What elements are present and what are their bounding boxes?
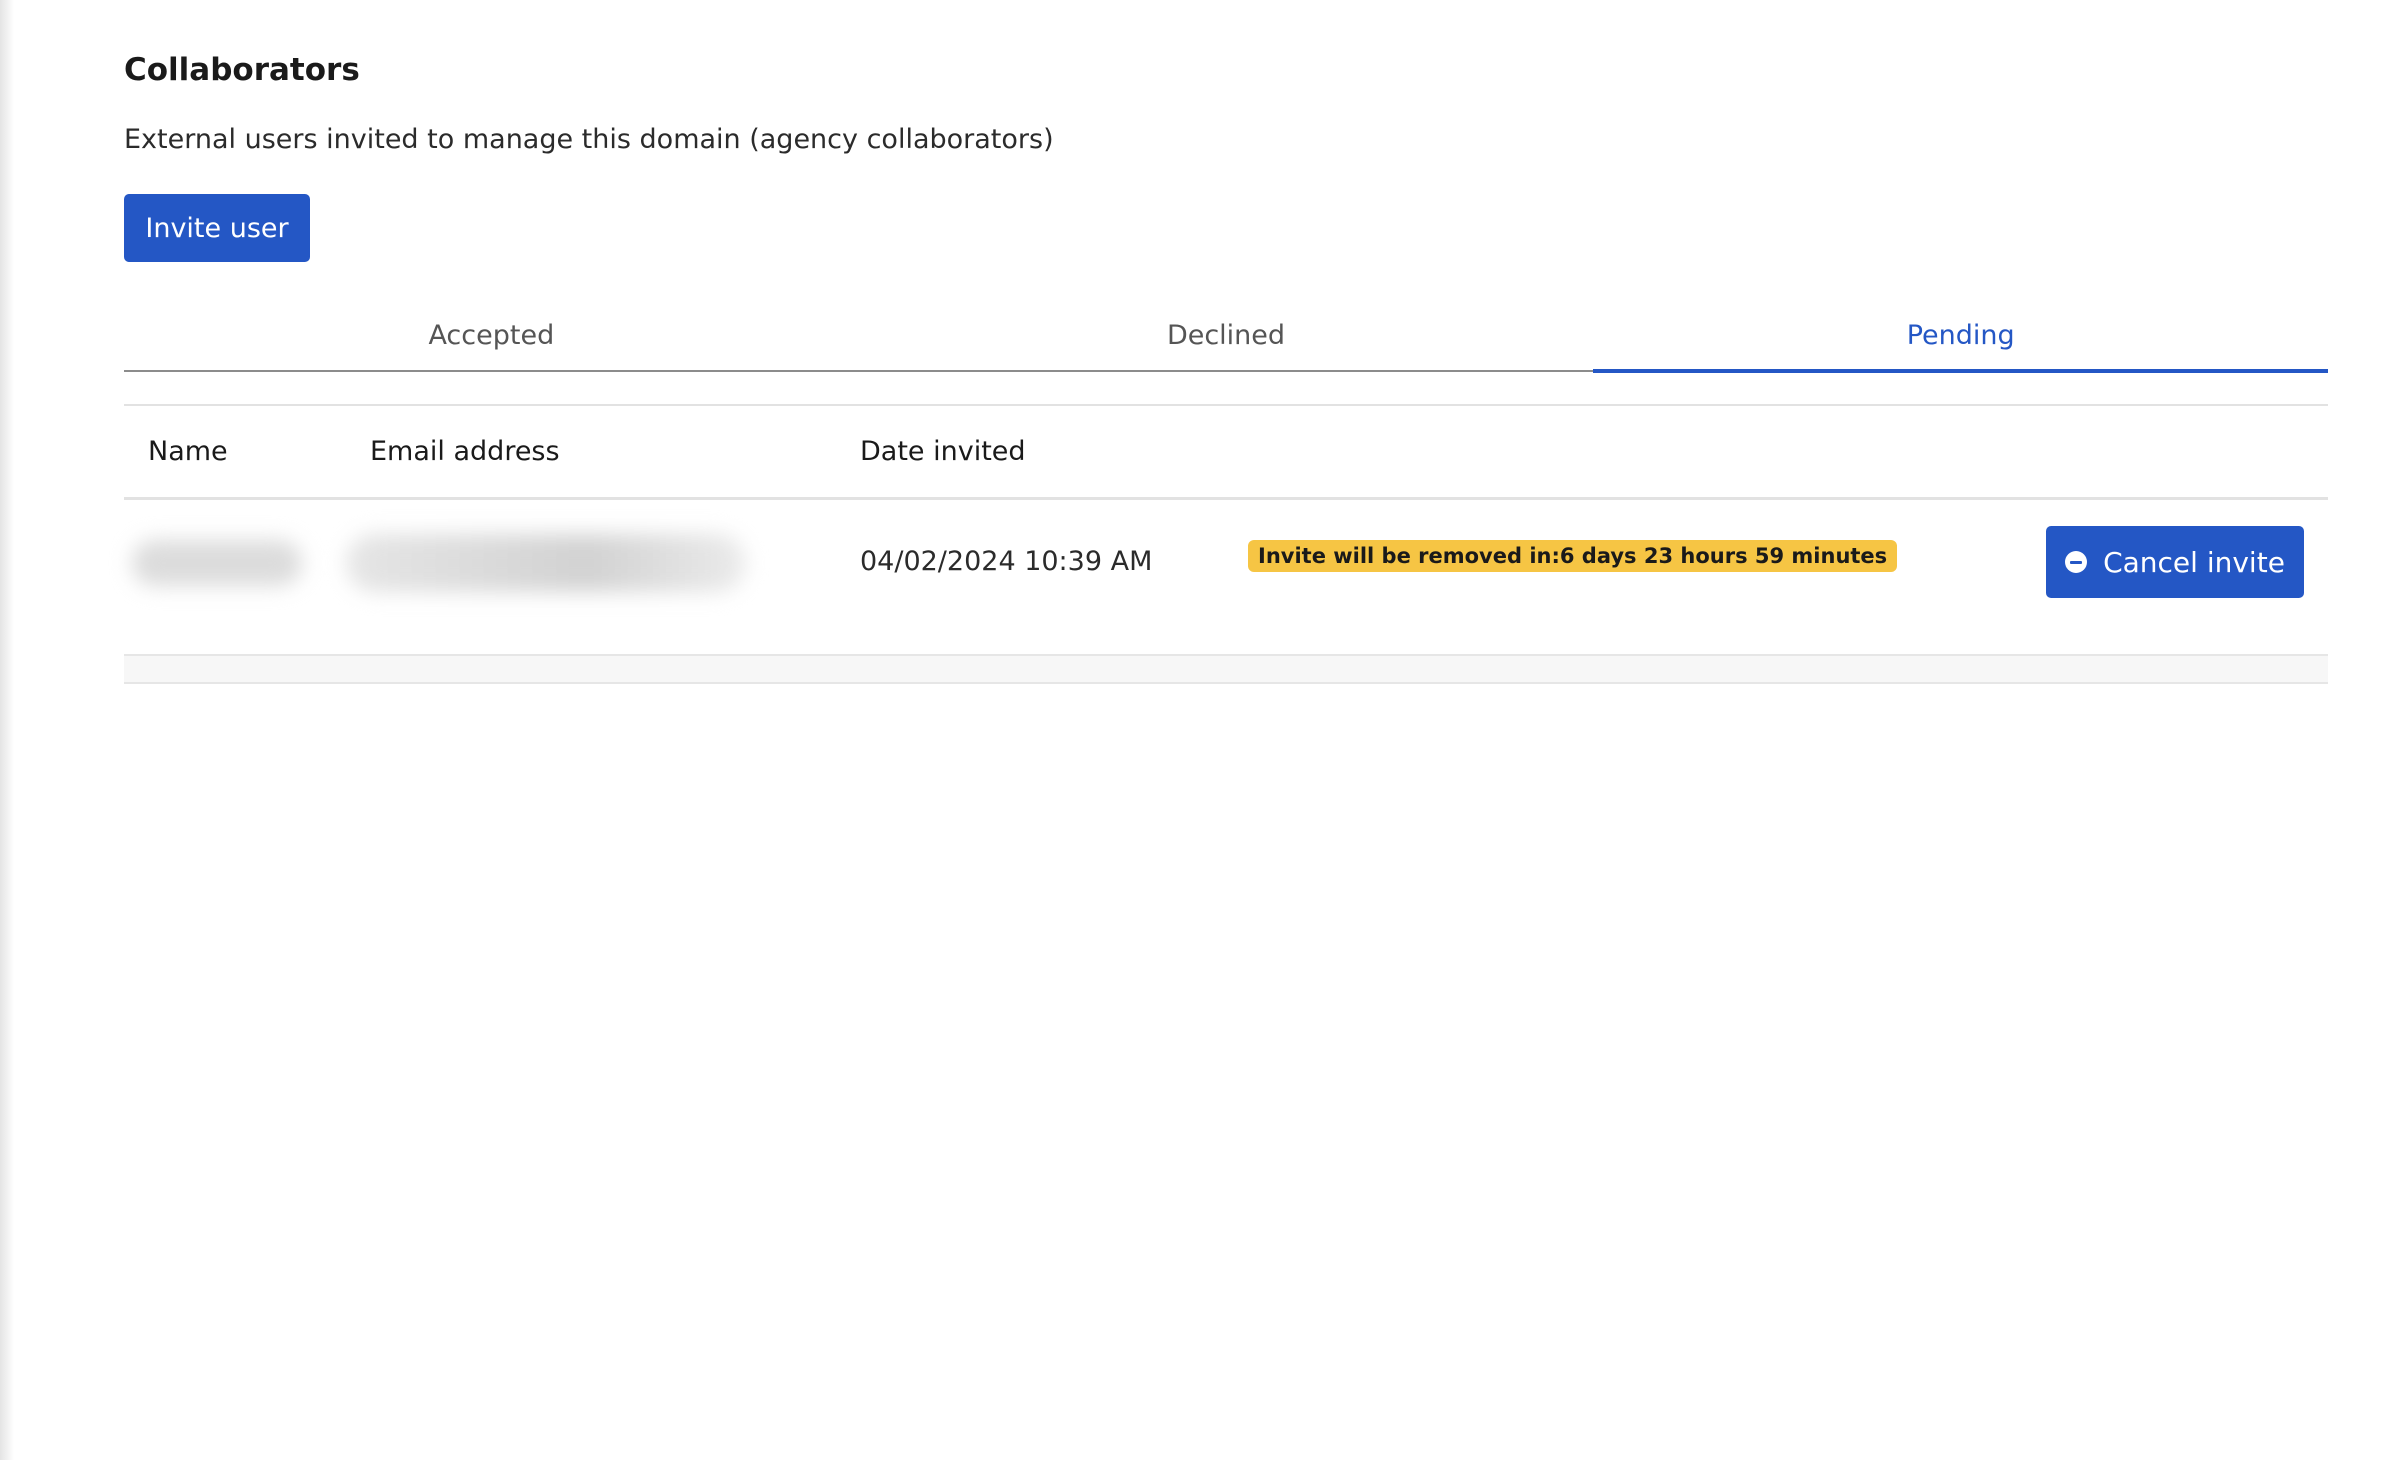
invite-user-button[interactable]: Invite user xyxy=(124,194,310,262)
email-cell-redacted xyxy=(346,534,746,592)
expiry-status-badge: Invite will be removed in:6 days 23 hour… xyxy=(1248,540,1898,572)
status-tabs: Accepted Declined Pending xyxy=(124,300,2328,373)
cancel-invite-label: Cancel invite xyxy=(2103,545,2285,579)
page-title: Collaborators xyxy=(124,52,360,88)
column-header-date-invited: Date invited xyxy=(860,436,1026,467)
collaborators-panel: Collaborators External users invited to … xyxy=(124,0,2328,1460)
tab-accepted[interactable]: Accepted xyxy=(124,300,859,370)
cancel-invite-button[interactable]: Cancel invite xyxy=(2046,526,2304,598)
column-header-email: Email address xyxy=(370,436,560,467)
invites-table: Name Email address Date invited 04/02/20… xyxy=(124,404,2328,684)
minus-circle-icon xyxy=(2065,551,2088,573)
table-row: 04/02/2024 10:39 AM Invite will be remov… xyxy=(124,500,2328,656)
date-invited-cell: 04/02/2024 10:39 AM xyxy=(860,546,1153,577)
table-footer xyxy=(124,656,2328,684)
column-header-name: Name xyxy=(148,436,228,467)
tab-declined[interactable]: Declined xyxy=(859,300,1594,370)
tab-pending[interactable]: Pending xyxy=(1593,300,2328,373)
name-cell-redacted xyxy=(132,540,302,586)
page-description: External users invited to manage this do… xyxy=(124,124,1054,155)
table-header: Name Email address Date invited xyxy=(124,406,2328,500)
left-edge-shadow xyxy=(0,0,14,1460)
